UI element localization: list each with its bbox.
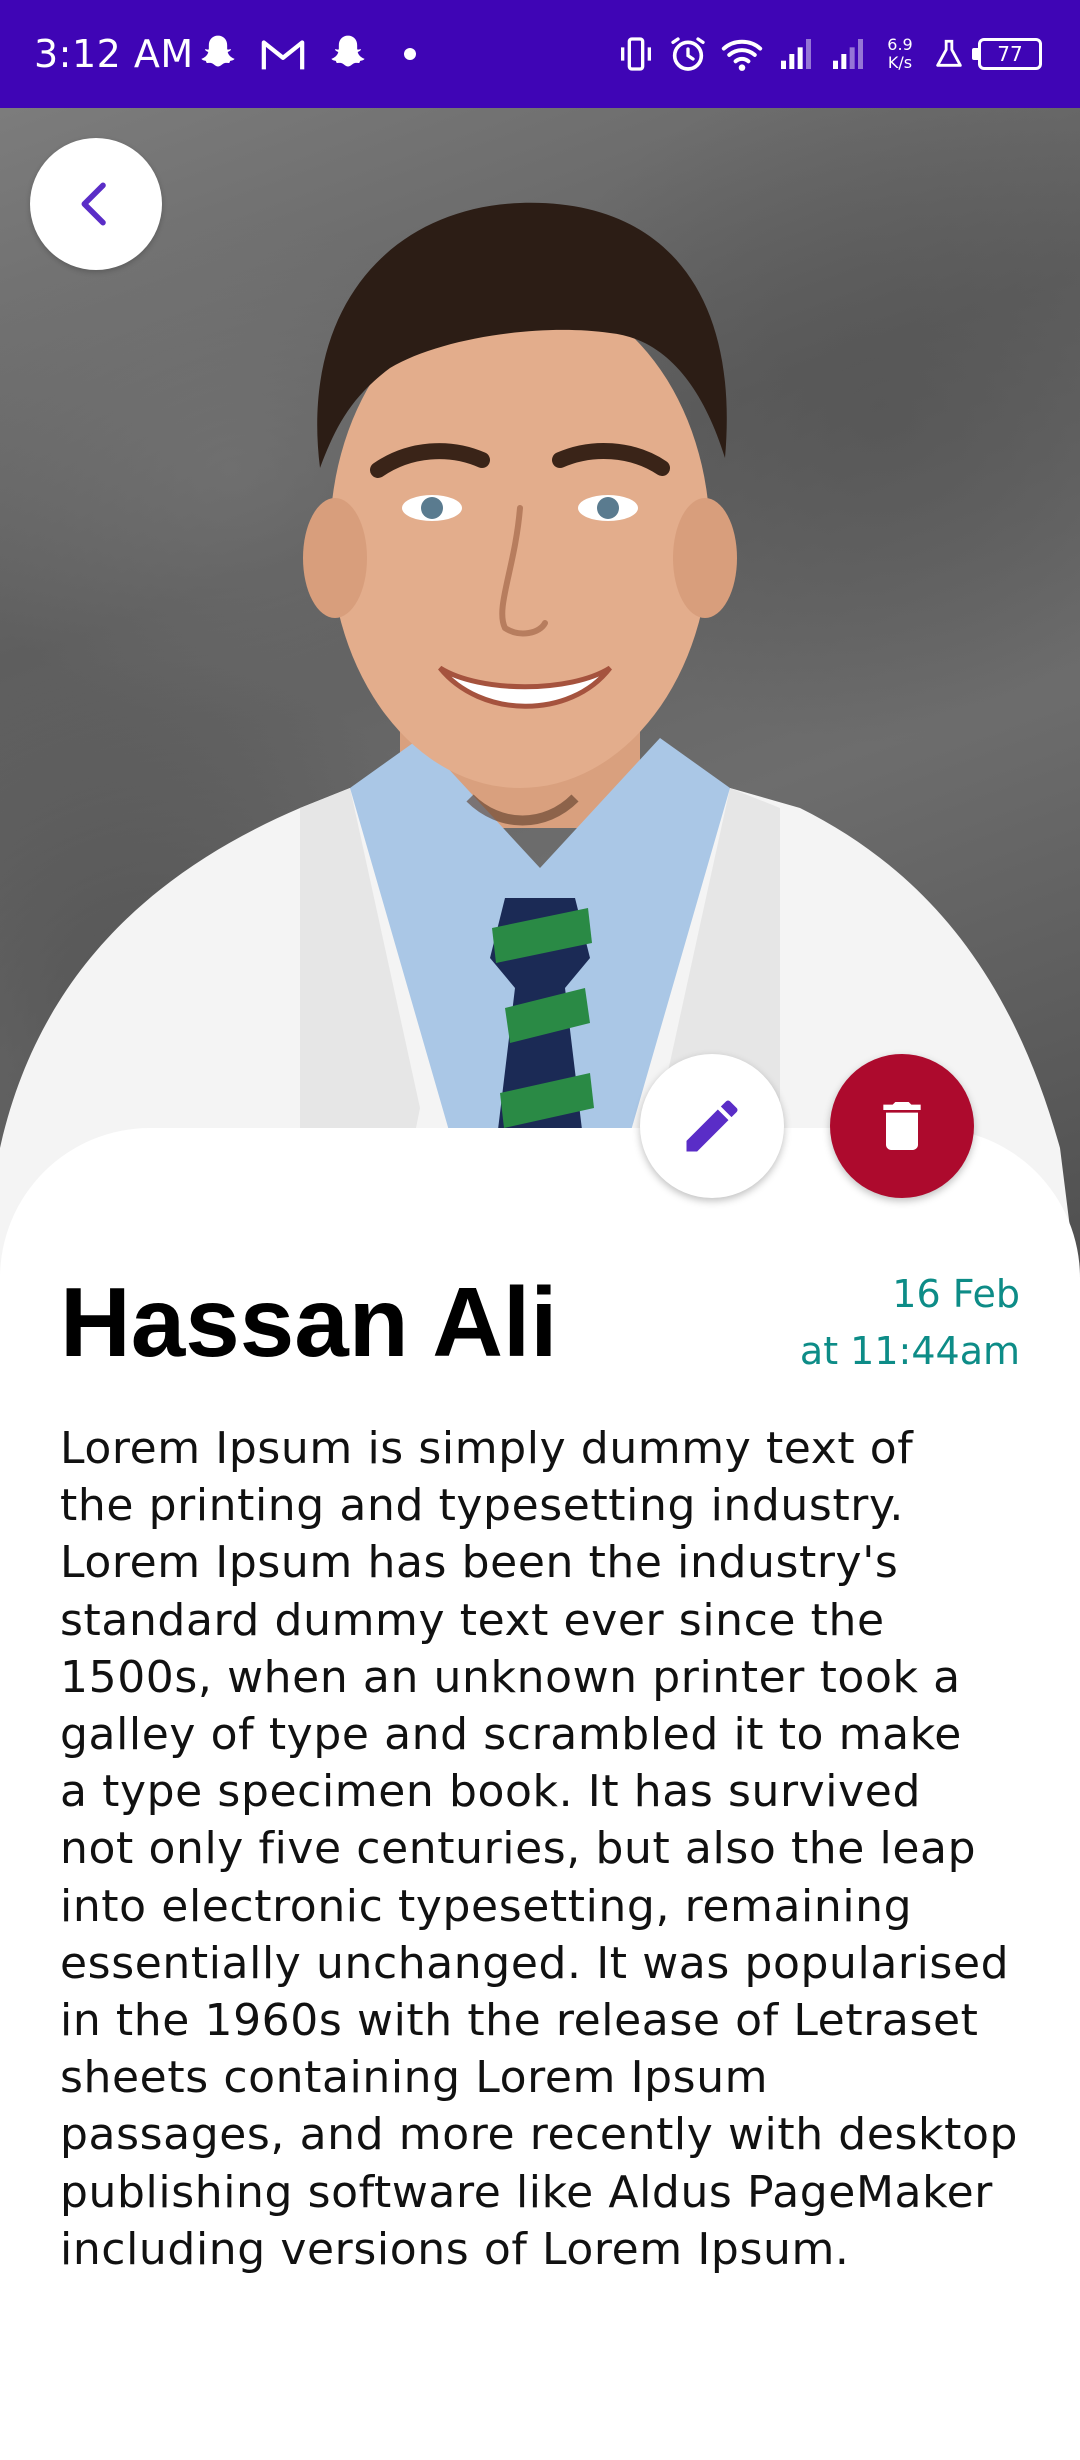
dot-icon [404, 48, 416, 60]
description-line: galley of type and scrambled it to make [60, 1709, 962, 1761]
date-line: 16 Feb [892, 1272, 1020, 1316]
net-speed-value: 6.9 [887, 35, 913, 54]
trash-icon [883, 1102, 921, 1150]
net-speed-unit: K/s [887, 53, 913, 72]
signal-icon [833, 39, 863, 69]
wifi-icon [721, 39, 763, 71]
notification-icons [196, 30, 422, 78]
person-name: Hassan Ali [60, 1267, 558, 1377]
lab-icon [936, 39, 962, 67]
gmail-icon [261, 40, 305, 70]
chevron-left-icon [81, 182, 106, 226]
description-text: Lorem Ipsum is simply dummy text of the … [60, 1420, 1020, 2278]
description-line: 1500s, when an unknown printer took a [60, 1651, 961, 1703]
note-detail-screen: 3:12 AM 6.9 K/s 77 Hassan Ali 16 Feb at … [0, 0, 1080, 2460]
description-line: passages, and more recently with desktop [60, 2109, 1019, 2161]
snapchat-icon [201, 35, 235, 67]
edit-button[interactable] [640, 1054, 784, 1198]
time-line: at 11:44am [799, 1329, 1020, 1373]
description-line: Lorem Ipsum is simply dummy text of [60, 1423, 914, 1474]
description-line: publishing software like Aldus PageMaker [60, 2166, 993, 2218]
description-line: Lorem Ipsum has been the industry's [60, 1537, 899, 1589]
timestamp: 16 Feb at 11:44am [800, 1266, 1020, 1380]
vibrate-icon [621, 37, 651, 71]
description-line: not only five centuries, but also the le… [60, 1823, 977, 1875]
battery-icon: 77 [972, 38, 1042, 70]
battery-level: 77 [997, 42, 1023, 66]
description-line: essentially unchanged. It was popularise… [60, 1937, 1010, 1989]
back-button[interactable] [30, 138, 162, 270]
net-speed: 6.9 K/s [880, 36, 920, 72]
description-line: in the 1960s with the release of Letrase… [60, 1995, 979, 2047]
description-line: into electronic typesetting, remaining [60, 1880, 913, 1932]
status-bar: 3:12 AM 6.9 K/s 77 [0, 0, 1080, 108]
description-line: the printing and typesetting industry. [60, 1480, 904, 1532]
alarm-icon [671, 37, 705, 71]
description-line: standard dummy text ever since the [60, 1594, 885, 1646]
description-line: a type specimen book. It has survived [60, 1766, 921, 1818]
snapchat-icon [331, 35, 365, 67]
description-line: sheets containing Lorem Ipsum [60, 2052, 769, 2104]
status-time: 3:12 AM [34, 32, 194, 76]
pencil-icon [686, 1100, 738, 1152]
signal-icon [781, 39, 811, 69]
description-line: including versions of Lorem Ipsum. [60, 2223, 850, 2275]
system-icons: 6.9 K/s 77 [616, 28, 1042, 80]
delete-button[interactable] [830, 1054, 974, 1198]
